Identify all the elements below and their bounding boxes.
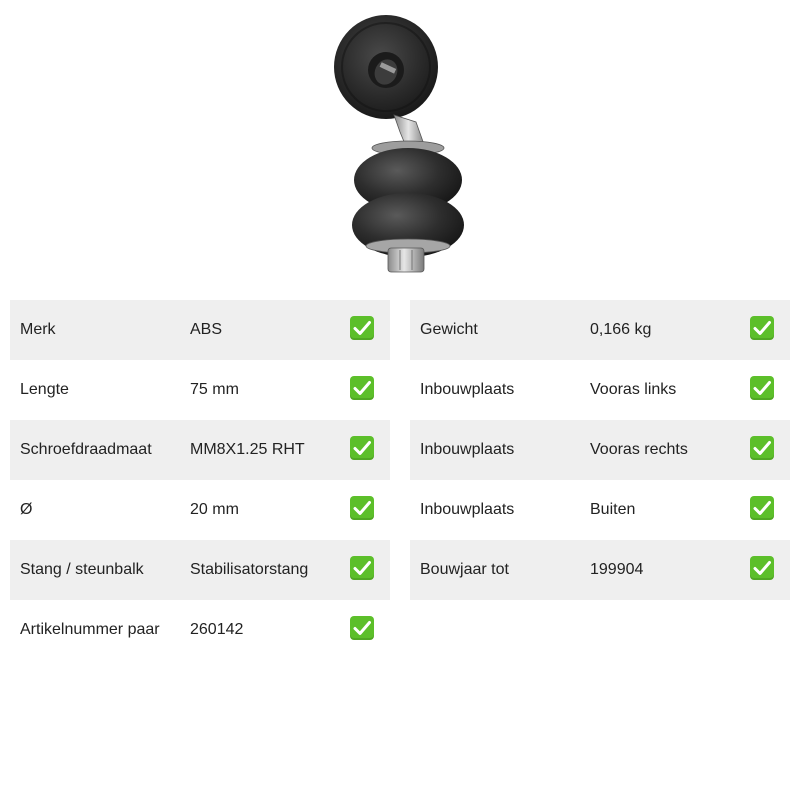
checkmark-icon (750, 376, 774, 400)
spec-value: ABS (190, 321, 223, 338)
spec-label: Lengte (20, 381, 69, 398)
spec-label: Merk (20, 321, 56, 338)
spec-label: Stang / steunbalk (20, 561, 144, 578)
spec-label: Ø (20, 501, 33, 518)
spec-value: MM8X1.25 RHT (190, 441, 305, 458)
product-image (330, 10, 470, 280)
checkmark-icon (750, 496, 774, 520)
spec-label: Inbouwplaats (420, 501, 515, 518)
spec-label: Schroefdraadmaat (20, 441, 152, 458)
spec-row-inbouwplaats-buiten: Inbouwplaats Buiten (410, 480, 790, 540)
spec-row-inbouwplaats-rechts: Inbouwplaats Vooras rechts (410, 420, 790, 480)
checkmark-icon (750, 436, 774, 460)
spec-row-merk: Merk ABS (10, 300, 390, 360)
spec-row-inbouwplaats-links: Inbouwplaats Vooras links (410, 360, 790, 420)
spec-value: 260142 (190, 621, 244, 638)
spec-value: 75 mm (190, 381, 239, 398)
spec-value: 199904 (590, 561, 644, 578)
spec-label: Artikelnummer paar (20, 621, 160, 638)
spec-row-bouwjaar-tot: Bouwjaar tot 199904 (410, 540, 790, 600)
spec-value: 20 mm (190, 501, 239, 518)
spec-row-artikelnummer-paar: Artikelnummer paar 260142 (10, 600, 390, 660)
checkmark-icon (350, 616, 374, 640)
checkmark-icon (750, 556, 774, 580)
sway-bar-link-icon (334, 15, 464, 273)
spec-label: Gewicht (420, 321, 478, 338)
spec-value: Vooras rechts (590, 441, 688, 458)
spec-value: Vooras links (590, 381, 677, 398)
spec-value: 0,166 kg (590, 321, 652, 338)
spec-table-right: Gewicht 0,166 kg Inbouwplaats Vooras lin… (410, 300, 790, 600)
spec-row-stang-steunbalk: Stang / steunbalk Stabilisatorstang (10, 540, 390, 600)
checkmark-icon (350, 496, 374, 520)
spec-label: Inbouwplaats (420, 441, 515, 458)
spec-row-schroefdraadmaat: Schroefdraadmaat MM8X1.25 RHT (10, 420, 390, 480)
spec-row-lengte: Lengte 75 mm (10, 360, 390, 420)
checkmark-icon (350, 556, 374, 580)
spec-row-diameter: Ø 20 mm (10, 480, 390, 540)
spec-value: Buiten (590, 501, 636, 518)
spec-row-gewicht: Gewicht 0,166 kg (410, 300, 790, 360)
spec-value: Stabilisatorstang (190, 561, 309, 578)
checkmark-icon (350, 436, 374, 460)
spec-table-left: Merk ABS Lengte 75 mm Schroefdraadmaat M… (10, 300, 390, 660)
spec-label: Bouwjaar tot (420, 561, 509, 578)
checkmark-icon (350, 316, 374, 340)
spec-label: Inbouwplaats (420, 381, 515, 398)
checkmark-icon (750, 316, 774, 340)
checkmark-icon (350, 376, 374, 400)
